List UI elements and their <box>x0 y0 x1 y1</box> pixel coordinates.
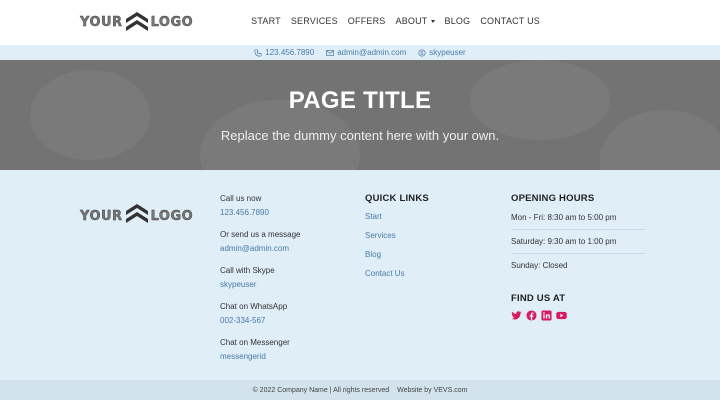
phone-icon <box>254 48 262 57</box>
contact-skype-link[interactable]: skypeuser <box>418 48 466 57</box>
copyright-text: © 2022 Company Name | All rights reserve… <box>252 386 390 394</box>
quick-link-contact-us[interactable]: Contact Us <box>365 269 429 278</box>
call-label: Call us now <box>220 194 262 203</box>
hours-sunday: Sunday: Closed <box>511 261 568 270</box>
logo-chevron-icon <box>125 12 148 32</box>
nav-blog-label: BLOG <box>444 16 471 26</box>
nav-start[interactable]: START <box>251 16 281 26</box>
nav-offers-label: OFFERS <box>347 16 386 26</box>
footer-logo-text-right: LOGO <box>150 209 194 224</box>
facebook-icon[interactable] <box>526 310 537 321</box>
twitter-icon[interactable] <box>511 310 522 321</box>
hours-saturday: Saturday: 9:30 am to 1:00 pm <box>511 230 646 254</box>
whatsapp-link[interactable]: 002-334-567 <box>220 316 300 325</box>
contact-phone-text: 123.456.7890 <box>265 48 315 57</box>
logo-text-right: LOGO <box>150 14 194 30</box>
messenger-label: Chat on Messenger <box>220 338 290 347</box>
envelope-icon <box>326 49 335 57</box>
contact-email-text: admin@admin.com <box>337 48 407 57</box>
page-title: PAGE TITLE <box>288 87 432 114</box>
site-footer: YOUR LOGO Call us now 123.456.7890 Or se… <box>0 170 720 380</box>
contact-bar: 123.456.7890 admin@admin.com skypeuser <box>0 45 720 60</box>
logo-text-left: YOUR <box>80 14 123 30</box>
nav-contact-label: CONTACT US <box>480 16 540 26</box>
linkedin-icon[interactable] <box>541 310 552 321</box>
messenger-link[interactable]: messengerid <box>220 352 300 361</box>
contact-skype-text: skypeuser <box>429 48 466 57</box>
nav-about[interactable]: ABOUT <box>396 16 435 26</box>
site-header: YOUR LOGO START SERVICES OFFERS ABOUT BL… <box>0 0 720 45</box>
page-subtitle: Replace the dummy content here with your… <box>220 128 500 143</box>
skype-label: Call with Skype <box>220 266 275 275</box>
nav-contact-us[interactable]: CONTACT US <box>480 16 540 26</box>
whatsapp-label: Chat on WhatsApp <box>220 302 288 311</box>
footer-logo[interactable]: YOUR LOGO <box>80 204 193 229</box>
nav-services[interactable]: SERVICES <box>291 16 338 26</box>
email-link[interactable]: admin@admin.com <box>220 244 300 253</box>
quick-link-services[interactable]: Services <box>365 231 429 240</box>
bottom-bar: © 2022 Company Name | All rights reserve… <box>0 380 720 400</box>
skype-link[interactable]: skypeuser <box>220 280 300 289</box>
social-icons <box>511 310 646 321</box>
footer-contact-column: Call us now 123.456.7890 Or send us a me… <box>220 194 300 374</box>
call-link[interactable]: 123.456.7890 <box>220 208 300 217</box>
nav-services-label: SERVICES <box>290 16 338 26</box>
message-label: Or send us a message <box>220 230 301 239</box>
opening-hours-heading: OPENING HOURS <box>511 193 595 204</box>
nav-start-label: START <box>251 16 281 26</box>
nav-about-label: ABOUT <box>395 16 428 26</box>
footer-logo-text-left: YOUR <box>80 209 123 224</box>
contact-email-link[interactable]: admin@admin.com <box>326 48 406 57</box>
hero-bg-shape <box>30 70 150 160</box>
hero-banner: PAGE TITLE Replace the dummy content her… <box>0 60 720 170</box>
quick-link-start[interactable]: Start <box>365 212 429 221</box>
opening-hours-column: OPENING HOURS Mon - Fri: 8:30 am to 5:00… <box>511 193 646 321</box>
hours-weekdays: Mon - Fri: 8:30 am to 5:00 pm <box>511 206 646 230</box>
credit-link[interactable]: Website by VEVS.com <box>397 387 467 394</box>
youtube-icon[interactable] <box>556 310 567 321</box>
quick-links-column: QUICK LINKS Start Services Blog Contact … <box>365 193 429 288</box>
skype-icon <box>418 48 426 57</box>
site-logo[interactable]: YOUR LOGO <box>80 12 193 32</box>
caret-down-icon <box>430 20 435 23</box>
quick-links-heading: QUICK LINKS <box>365 193 429 204</box>
nav-offers[interactable]: OFFERS <box>348 16 386 26</box>
main-nav: START SERVICES OFFERS ABOUT BLOG CONTACT… <box>241 16 540 26</box>
logo-chevron-icon <box>125 204 148 229</box>
find-us-heading: FIND US AT <box>511 293 566 304</box>
nav-blog[interactable]: BLOG <box>445 16 471 26</box>
quick-link-blog[interactable]: Blog <box>365 250 429 259</box>
contact-phone-link[interactable]: 123.456.7890 <box>254 48 314 57</box>
